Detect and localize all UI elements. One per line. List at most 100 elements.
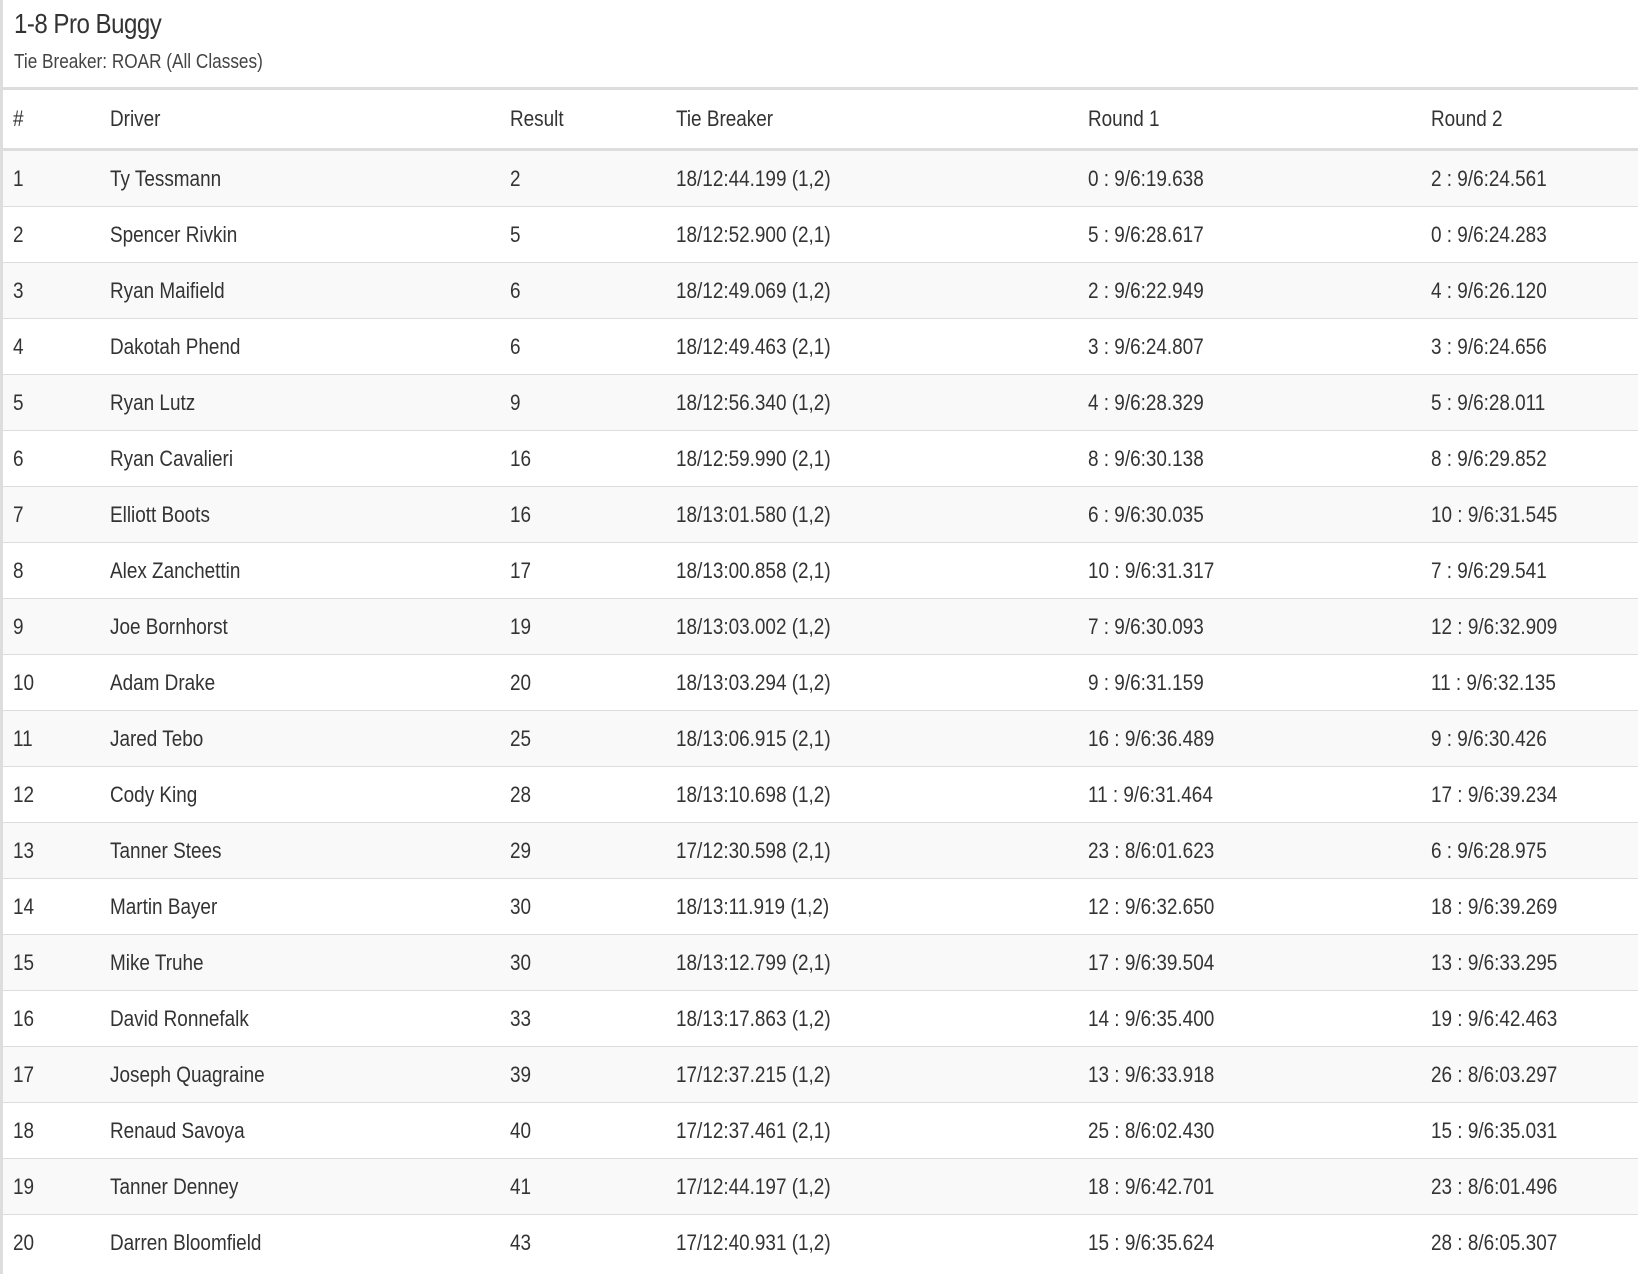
tie-breaker-cell: 18/12:44.199 (1,2)	[676, 149, 1088, 207]
cell-text: 18/13:17.863 (1,2)	[676, 1005, 831, 1031]
cell-text: 19 : 9/6:42.463	[1431, 1005, 1558, 1031]
results-table: # Driver Result Tie Breaker Round 1 Roun…	[3, 90, 1638, 1270]
result-cell: 16	[510, 430, 676, 487]
cell-text: 9	[13, 613, 24, 639]
driver-name-cell: Mike Truhe	[110, 934, 510, 991]
position-cell: 14	[3, 878, 110, 935]
round-2-cell: 26 : 8/6:03.297	[1431, 1046, 1638, 1103]
round-1-cell: 23 : 8/6:01.623	[1088, 822, 1431, 879]
cell-text: 18/12:49.463 (2,1)	[676, 333, 831, 359]
cell-text: 14	[13, 893, 35, 919]
round-2-cell: 19 : 9/6:42.463	[1431, 990, 1638, 1047]
result-cell: 41	[510, 1158, 676, 1215]
column-header-result[interactable]: Result	[510, 90, 676, 151]
driver-name-cell: Darren Bloomfield	[110, 1214, 510, 1270]
column-header-position[interactable]: #	[3, 90, 110, 151]
column-header-round-1[interactable]: Round 1	[1088, 90, 1431, 151]
cell-text: 18/13:01.580 (1,2)	[676, 501, 831, 527]
cell-text: 18/13:11.919 (1,2)	[676, 893, 830, 919]
cell-text: 8 : 9/6:29.852	[1431, 445, 1547, 471]
cell-text: 6	[510, 277, 521, 303]
result-cell: 20	[510, 654, 676, 711]
result-cell: 5	[510, 206, 676, 263]
round-2-cell: 0 : 9/6:24.283	[1431, 206, 1638, 263]
cell-text: 18/12:44.199 (1,2)	[676, 165, 831, 191]
column-header-driver[interactable]: Driver	[110, 90, 510, 151]
driver-name-cell: Adam Drake	[110, 654, 510, 711]
round-2-cell: 5 : 9/6:28.011	[1431, 374, 1638, 431]
result-cell: 39	[510, 1046, 676, 1103]
tie-breaker-cell: 18/13:06.915 (2,1)	[676, 710, 1088, 767]
cell-text: 12 : 9/6:32.909	[1431, 613, 1558, 639]
round-1-cell: 2 : 9/6:22.949	[1088, 262, 1431, 319]
tie-breaker-cell: 17/12:30.598 (2,1)	[676, 822, 1088, 879]
position-cell: 6	[3, 430, 110, 487]
cell-text: 17/12:37.461 (2,1)	[676, 1117, 831, 1143]
cell-text: 18/12:52.900 (2,1)	[676, 221, 831, 247]
cell-text: Mike Truhe	[110, 949, 204, 975]
round-1-cell: 8 : 9/6:30.138	[1088, 430, 1431, 487]
column-header-label: #	[13, 106, 24, 131]
cell-text: 12 : 9/6:32.650	[1088, 893, 1215, 919]
column-header-label: Result	[510, 106, 564, 131]
round-2-cell: 9 : 9/6:30.426	[1431, 710, 1638, 767]
cell-text: 20	[13, 1229, 35, 1255]
cell-text: Martin Bayer	[110, 893, 218, 919]
driver-name-cell: Dakotah Phend	[110, 318, 510, 375]
cell-text: 17 : 9/6:39.504	[1088, 949, 1215, 975]
cell-text: Dakotah Phend	[110, 333, 241, 359]
position-cell: 4	[3, 318, 110, 375]
position-cell: 15	[3, 934, 110, 991]
round-1-cell: 9 : 9/6:31.159	[1088, 654, 1431, 711]
round-1-cell: 25 : 8/6:02.430	[1088, 1102, 1431, 1159]
cell-text: 18/12:49.069 (1,2)	[676, 277, 831, 303]
cell-text: 9 : 9/6:31.159	[1088, 669, 1204, 695]
round-2-cell: 28 : 8/6:05.307	[1431, 1214, 1638, 1270]
driver-name-cell: Martin Bayer	[110, 878, 510, 935]
cell-text: Cody King	[110, 781, 198, 807]
cell-text: 8 : 9/6:30.138	[1088, 445, 1204, 471]
cell-text: 25	[510, 725, 532, 751]
driver-name-cell: Tanner Stees	[110, 822, 510, 879]
cell-text: 9	[510, 389, 521, 415]
result-cell: 9	[510, 374, 676, 431]
result-cell: 29	[510, 822, 676, 879]
cell-text: 17	[13, 1061, 35, 1087]
result-cell: 17	[510, 542, 676, 599]
result-cell: 30	[510, 934, 676, 991]
cell-text: 28 : 8/6:05.307	[1431, 1229, 1558, 1255]
result-cell: 6	[510, 318, 676, 375]
tie-breaker-cell: 17/12:40.931 (1,2)	[676, 1214, 1088, 1270]
cell-text: Ryan Cavalieri	[110, 445, 234, 471]
position-cell: 8	[3, 542, 110, 599]
cell-text: Ty Tessmann	[110, 165, 222, 191]
cell-text: 15	[13, 949, 35, 975]
round-1-cell: 7 : 9/6:30.093	[1088, 598, 1431, 655]
round-2-cell: 23 : 8/6:01.496	[1431, 1158, 1638, 1215]
tie-breaker-cell: 17/12:37.215 (1,2)	[676, 1046, 1088, 1103]
cell-text: 3 : 9/6:24.656	[1431, 333, 1547, 359]
cell-text: 2 : 9/6:24.561	[1431, 165, 1547, 191]
driver-name-cell: Cody King	[110, 766, 510, 823]
cell-text: 18/13:03.294 (1,2)	[676, 669, 831, 695]
cell-text: 12	[13, 781, 35, 807]
position-cell: 1	[3, 149, 110, 207]
cell-text: 18/13:06.915 (2,1)	[676, 725, 831, 751]
column-header-round-2[interactable]: Round 2	[1431, 90, 1638, 151]
cell-text: 29	[510, 837, 532, 863]
cell-text: 7 : 9/6:30.093	[1088, 613, 1204, 639]
table-row: 13 Tanner Stees 29 17/12:30.598 (2,1) 23 : 8…	[3, 822, 1638, 879]
table-row: 17 Joseph Quagraine 39 17/12:37.215 (1,2) 13…	[3, 1046, 1638, 1103]
tie-breaker-cell: 18/12:59.990 (2,1)	[676, 430, 1088, 487]
cell-text: 17/12:37.215 (1,2)	[676, 1061, 831, 1087]
column-header-tie-breaker[interactable]: Tie Breaker	[676, 90, 1088, 151]
cell-text: 18/13:12.799 (2,1)	[676, 949, 831, 975]
cell-text: 16	[13, 1005, 35, 1031]
tie-breaker-cell: 18/12:56.340 (1,2)	[676, 374, 1088, 431]
cell-text: 5	[13, 389, 24, 415]
round-1-cell: 5 : 9/6:28.617	[1088, 206, 1431, 263]
driver-name-cell: David Ronnefalk	[110, 990, 510, 1047]
round-1-cell: 13 : 9/6:33.918	[1088, 1046, 1431, 1103]
round-2-cell: 10 : 9/6:31.545	[1431, 486, 1638, 543]
round-2-cell: 18 : 9/6:39.269	[1431, 878, 1638, 935]
